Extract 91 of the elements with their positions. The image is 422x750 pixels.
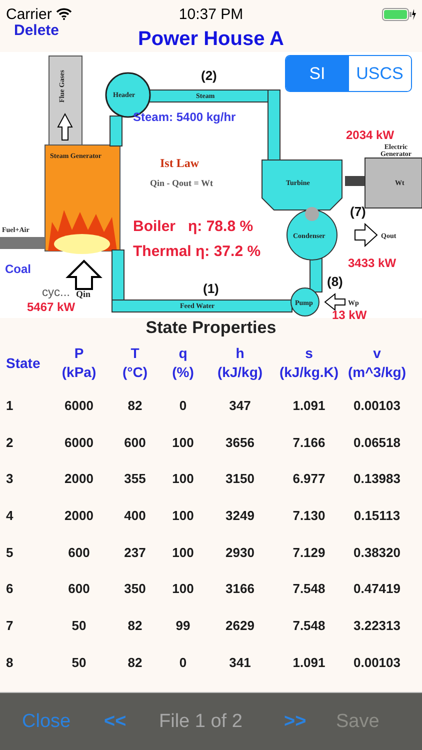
table-cell-text: 2 [6,434,14,452]
table-cell-text: 5 [6,544,14,562]
table-cell-text: 2000 [64,470,94,488]
table-cell-text: 82 [126,397,144,415]
table-cell-text: 3656 [224,434,256,452]
column-header: T (°C) [121,344,149,382]
table-cell-text: 3249 [224,507,256,526]
table-cell-text: 6.977 [292,470,326,488]
delete-button[interactable]: Delete [14,22,60,39]
close-button[interactable]: Close [22,710,104,732]
table-cell-text: 100 [171,507,195,526]
table-cell-text: 3.22313 [352,617,402,636]
table-cell-text: 0.38320 [352,544,402,562]
table-cell-text: 6000 [64,397,94,415]
table-cell-text: 6000 [64,434,94,452]
table-cell-text: 600 [123,434,147,452]
table-cell-text: 50 [70,654,88,672]
state-marker: (2) [201,68,217,83]
column-header: State [6,354,42,372]
heat-in-value: 5467 kW [27,300,76,314]
table-cell-text: 50 [70,617,88,636]
work-output-value: 2034 kW [346,128,394,142]
state-marker: (1) [203,281,219,296]
table-cell-text: 400 [123,507,147,526]
table-cell-text: 1 [6,397,14,415]
table-cell-text: 99 [174,617,192,636]
cycle-label: cyc... [42,285,70,299]
table-cell-text: 3166 [224,580,256,598]
page-indicator: File 1 of 2 [159,710,244,732]
wifi-icon [56,8,72,20]
pump-work-value: 13 kW [332,308,367,322]
table-cell-text: 600 [67,580,91,598]
table-cell-text: 100 [171,544,195,562]
table-cell-text: 7 [6,617,14,636]
table-cell-text: 8 [6,654,14,672]
table-cell-text: 341 [228,654,252,672]
state-marker: (8) [327,274,343,289]
table-cell-text: 100 [171,580,195,598]
table-cell-text: 2000 [64,507,94,526]
state-marker: (7) [350,204,366,219]
table-cell-text: 237 [123,544,147,562]
table-cell-text: 4 [6,507,14,526]
column-header: P (kPa) [60,344,98,382]
column-header: v (m^3/kg) [347,344,407,382]
table-cell-text: 1.091 [292,397,326,415]
table-cell-text: 0.15113 [352,507,402,526]
heat-out-value: 3433 kW [348,256,396,270]
table-cell-text: 6 [6,580,14,598]
steam-flow-value: Steam: 5400 kg/hr [133,110,236,124]
table-cell-text: 0.06518 [352,434,402,452]
qin-label: Qin [76,289,91,299]
table-cell-text: 2629 [224,617,256,636]
thermal-efficiency: Thermal η: 37.2 % [133,243,261,260]
table-cell-text: 82 [126,617,144,636]
table-cell-text: 0.47419 [352,580,402,598]
table-cell-text: 82 [126,654,144,672]
table-cell-text: 100 [171,434,195,452]
table-cell-text: 7.548 [292,617,326,636]
table-cell-text: 600 [67,544,91,562]
fuel-label: Coal [5,262,32,276]
table-title: State Properties [146,318,276,339]
table-cell-text: 355 [123,470,147,488]
next-button[interactable]: >> [284,710,336,732]
previous-button[interactable]: << [104,710,159,732]
clock-time: 10:37 PM [178,6,244,22]
column-header: s (kJ/kg.K) [278,344,340,382]
table-cell-text: 100 [171,470,195,488]
table-cell-text: 0.13983 [352,470,402,488]
column-header: h (kJ/kg) [216,344,264,382]
law-equation: Qin - Qout = Wt [150,178,213,188]
table-cell-text: 350 [123,580,147,598]
table-cell-text: 7.166 [292,434,326,452]
page-title: Power House A [137,28,285,51]
table-cell-text: 2930 [224,544,256,562]
law-title: Ist Law [160,156,200,171]
table-cell-text: 7.129 [292,544,326,562]
table-cell-text: 0 [178,397,188,415]
unit-option[interactable]: SI [286,56,348,91]
table-cell-text: 0 [178,654,188,672]
table-cell-text: 1.091 [292,654,326,672]
table-cell-text: 347 [228,397,252,415]
battery-icon [382,8,416,20]
boiler-efficiency: Boiler η: 78.8 % [133,218,254,235]
table-cell-text: 3150 [224,470,256,488]
table-cell-text: 0.00103 [352,654,402,672]
table-cell-text: 7.548 [292,580,326,598]
table-cell-text: 3 [6,470,14,488]
table-cell-text: 7.130 [292,507,326,526]
table-cell-text: 0.00103 [352,397,402,415]
carrier-label: Carrier [6,6,52,22]
column-header: q (%) [171,344,195,382]
